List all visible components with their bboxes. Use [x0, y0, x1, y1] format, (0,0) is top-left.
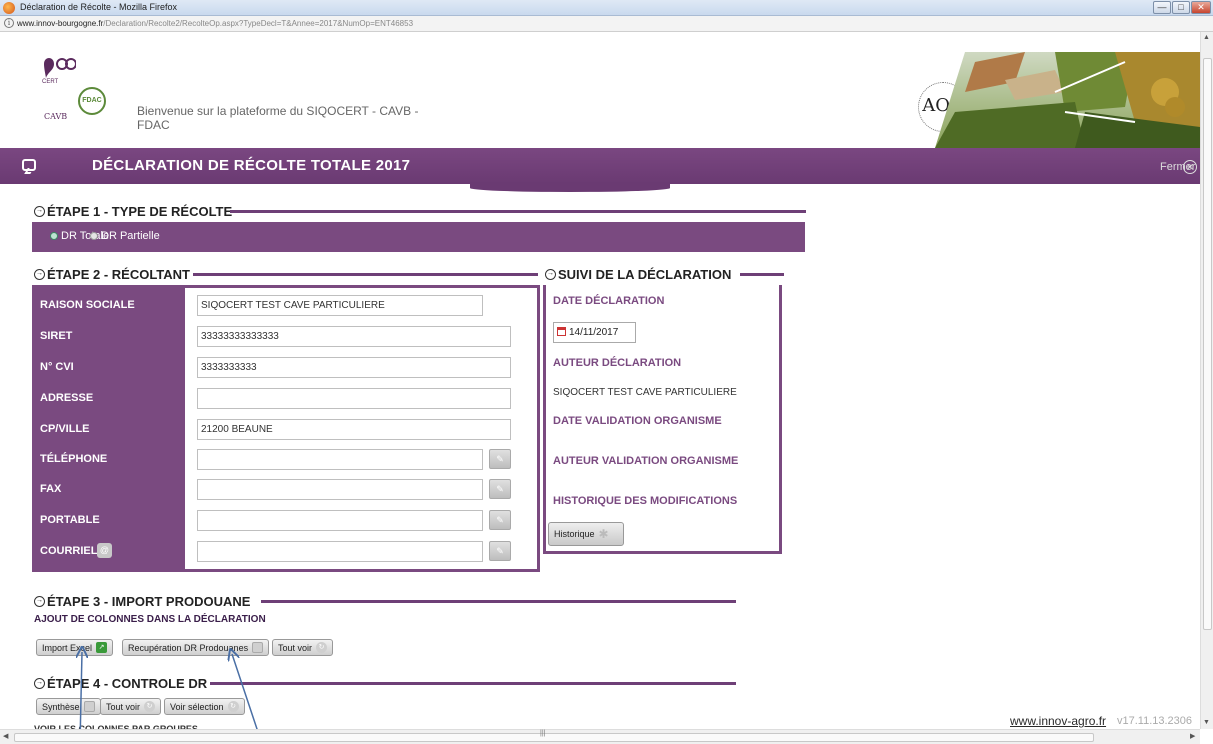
- tout-voir-button-step3[interactable]: Tout voir ↻: [272, 639, 334, 656]
- date-validation-label: DATE VALIDATION ORGANISME: [553, 415, 722, 427]
- fdac-logo: FDAC: [78, 87, 106, 115]
- ajout-colonnes-label: AJOUT DE COLONNES DANS LA DÉCLARATION: [34, 614, 266, 625]
- site-header: CERT FDAC CAVB Bienvenue sur la platefor…: [0, 32, 1200, 148]
- scroll-down-arrow-icon[interactable]: ▼: [1203, 719, 1210, 726]
- document-icon: [83, 701, 95, 712]
- edit-telephone-button[interactable]: ✎: [489, 449, 511, 469]
- vertical-scrollbar[interactable]: ▲ ▼: [1200, 32, 1213, 729]
- vineyard-photo: [935, 52, 1200, 148]
- label-cp-ville: CP/VILLE: [40, 423, 90, 435]
- courriel-field[interactable]: [197, 541, 483, 562]
- auteur-validation-label: AUTEUR VALIDATION ORGANISME: [553, 455, 739, 467]
- step2-rule: [193, 273, 538, 276]
- label-cvi: N° CVI: [40, 361, 74, 373]
- import-excel-button[interactable]: Import Excel ↗: [36, 639, 114, 656]
- vertical-scroll-thumb[interactable]: [1203, 58, 1212, 630]
- label-fax: FAX: [40, 483, 62, 495]
- welcome-text: Bienvenue sur la plateforme du SIQOCERT …: [137, 104, 419, 132]
- scroll-left-arrow-icon[interactable]: ◀: [3, 732, 8, 740]
- cvi-field[interactable]: 3333333333: [197, 357, 511, 378]
- step3-title: → ÉTAPE 3 - IMPORT PRODOUANE: [34, 594, 251, 609]
- synthese-button[interactable]: Synthèse: [36, 698, 101, 715]
- collapse-icon[interactable]: →: [34, 596, 45, 607]
- sparkle-icon: ✱: [598, 527, 609, 541]
- band-tab-curve: [470, 184, 670, 192]
- cp-ville-field[interactable]: 21200 BEAUNE: [197, 419, 511, 440]
- portable-field[interactable]: [197, 510, 483, 531]
- collapse-icon[interactable]: →: [34, 678, 45, 689]
- raison-sociale-field[interactable]: SIQOCERT TEST CAVE PARTICULIERE: [197, 295, 483, 316]
- fax-field[interactable]: [197, 479, 483, 500]
- close-window-button[interactable]: ✕: [1191, 1, 1211, 14]
- window-titlebar: Déclaration de Récolte - Mozilla Firefox…: [0, 0, 1213, 16]
- auteur-declaration-value: SIQOCERT TEST CAVE PARTICULIERE: [553, 387, 737, 398]
- adresse-field[interactable]: [197, 388, 511, 409]
- firefox-icon: [3, 2, 15, 14]
- recuperation-prodouanes-button[interactable]: Recupération DR Prodouanes: [122, 639, 270, 656]
- minimize-button[interactable]: —: [1153, 1, 1171, 14]
- tout-voir-button-step4[interactable]: Tout voir ↻: [100, 698, 162, 715]
- refresh-icon: ↻: [144, 701, 156, 712]
- historique-button[interactable]: Historique ✱: [548, 522, 624, 546]
- date-declaration-label: DATE DÉCLARATION: [553, 295, 665, 307]
- declaration-title-band: DÉCLARATION DE RÉCOLTE TOTALE 2017 Ferme…: [0, 148, 1200, 184]
- step4-rule: [210, 682, 736, 685]
- step3-rule: [261, 600, 736, 603]
- scroll-grip-icon: |||: [540, 730, 546, 737]
- maximize-button[interactable]: □: [1172, 1, 1190, 14]
- label-portable: PORTABLE: [40, 514, 100, 526]
- version-text: v17.11.13.2306: [1117, 715, 1193, 727]
- label-raison-sociale: RAISON SOCIALE: [40, 299, 135, 311]
- cavb-logo: CAVB: [44, 112, 68, 121]
- date-declaration-field[interactable]: 14/11/2017: [553, 322, 636, 343]
- label-adresse: ADRESSE: [40, 392, 94, 404]
- site-info-icon[interactable]: i: [4, 18, 14, 28]
- collapse-icon[interactable]: →: [34, 206, 45, 217]
- step1-options-bar: DR Totale DR Partielle: [32, 222, 805, 252]
- scroll-right-arrow-icon[interactable]: ▶: [1190, 732, 1195, 740]
- edit-portable-button[interactable]: ✎: [489, 510, 511, 530]
- label-telephone: TÉLÉPHONE: [40, 453, 108, 465]
- window-title: Déclaration de Récolte - Mozilla Firefox: [20, 2, 178, 12]
- close-circle-icon[interactable]: ✕: [1183, 160, 1197, 174]
- suivi-rule: [740, 273, 784, 276]
- horizontal-scroll-thumb[interactable]: [14, 733, 1094, 742]
- label-courriel: COURRIEL: [40, 545, 98, 557]
- url-text[interactable]: www.innov-bourgogne.fr/Declaration/Recol…: [17, 19, 413, 28]
- comment-icon[interactable]: [22, 159, 36, 171]
- telephone-field[interactable]: [197, 449, 483, 470]
- auteur-declaration-label: AUTEUR DÉCLARATION: [553, 357, 682, 369]
- step1-rule: [230, 210, 806, 213]
- collapse-icon[interactable]: →: [545, 269, 556, 280]
- historique-label: HISTORIQUE DES MODIFICATIONS: [553, 495, 738, 507]
- excel-icon: ↗: [96, 642, 108, 653]
- calendar-icon[interactable]: [557, 327, 566, 336]
- document-icon: [252, 642, 264, 653]
- radio-dr-partielle[interactable]: DR Partielle: [90, 230, 160, 242]
- refresh-icon: ↻: [316, 642, 328, 653]
- step1-title: → ÉTAPE 1 - TYPE DE RÉCOLTE: [34, 204, 233, 219]
- page-title: DÉCLARATION DE RÉCOLTE TOTALE 2017: [92, 157, 411, 174]
- edit-fax-button[interactable]: ✎: [489, 479, 511, 499]
- siqocert-logo: CERT: [42, 58, 76, 84]
- voir-selection-button[interactable]: Voir sélection ↻: [164, 698, 245, 715]
- step2-title: → ÉTAPE 2 - RÉCOLTANT: [34, 267, 190, 282]
- label-siret: SIRET: [40, 330, 73, 342]
- address-bar[interactable]: i www.innov-bourgogne.fr/Declaration/Rec…: [0, 16, 1213, 32]
- horizontal-scrollbar[interactable]: ◀ ||| ▶: [0, 729, 1200, 744]
- innov-agro-link[interactable]: www.innov-agro.fr: [1010, 714, 1106, 728]
- siret-field[interactable]: 33333333333333: [197, 326, 511, 347]
- suivi-title: → SUIVI DE LA DÉCLARATION: [545, 267, 732, 282]
- scroll-up-arrow-icon[interactable]: ▲: [1203, 34, 1210, 41]
- svg-text:CERT: CERT: [42, 79, 59, 84]
- refresh-icon: ↻: [227, 701, 239, 712]
- collapse-icon[interactable]: →: [34, 269, 45, 280]
- edit-courriel-button[interactable]: ✎: [489, 541, 511, 561]
- step4-title: → ÉTAPE 4 - CONTROLE DR: [34, 676, 208, 691]
- email-icon[interactable]: @: [97, 543, 112, 558]
